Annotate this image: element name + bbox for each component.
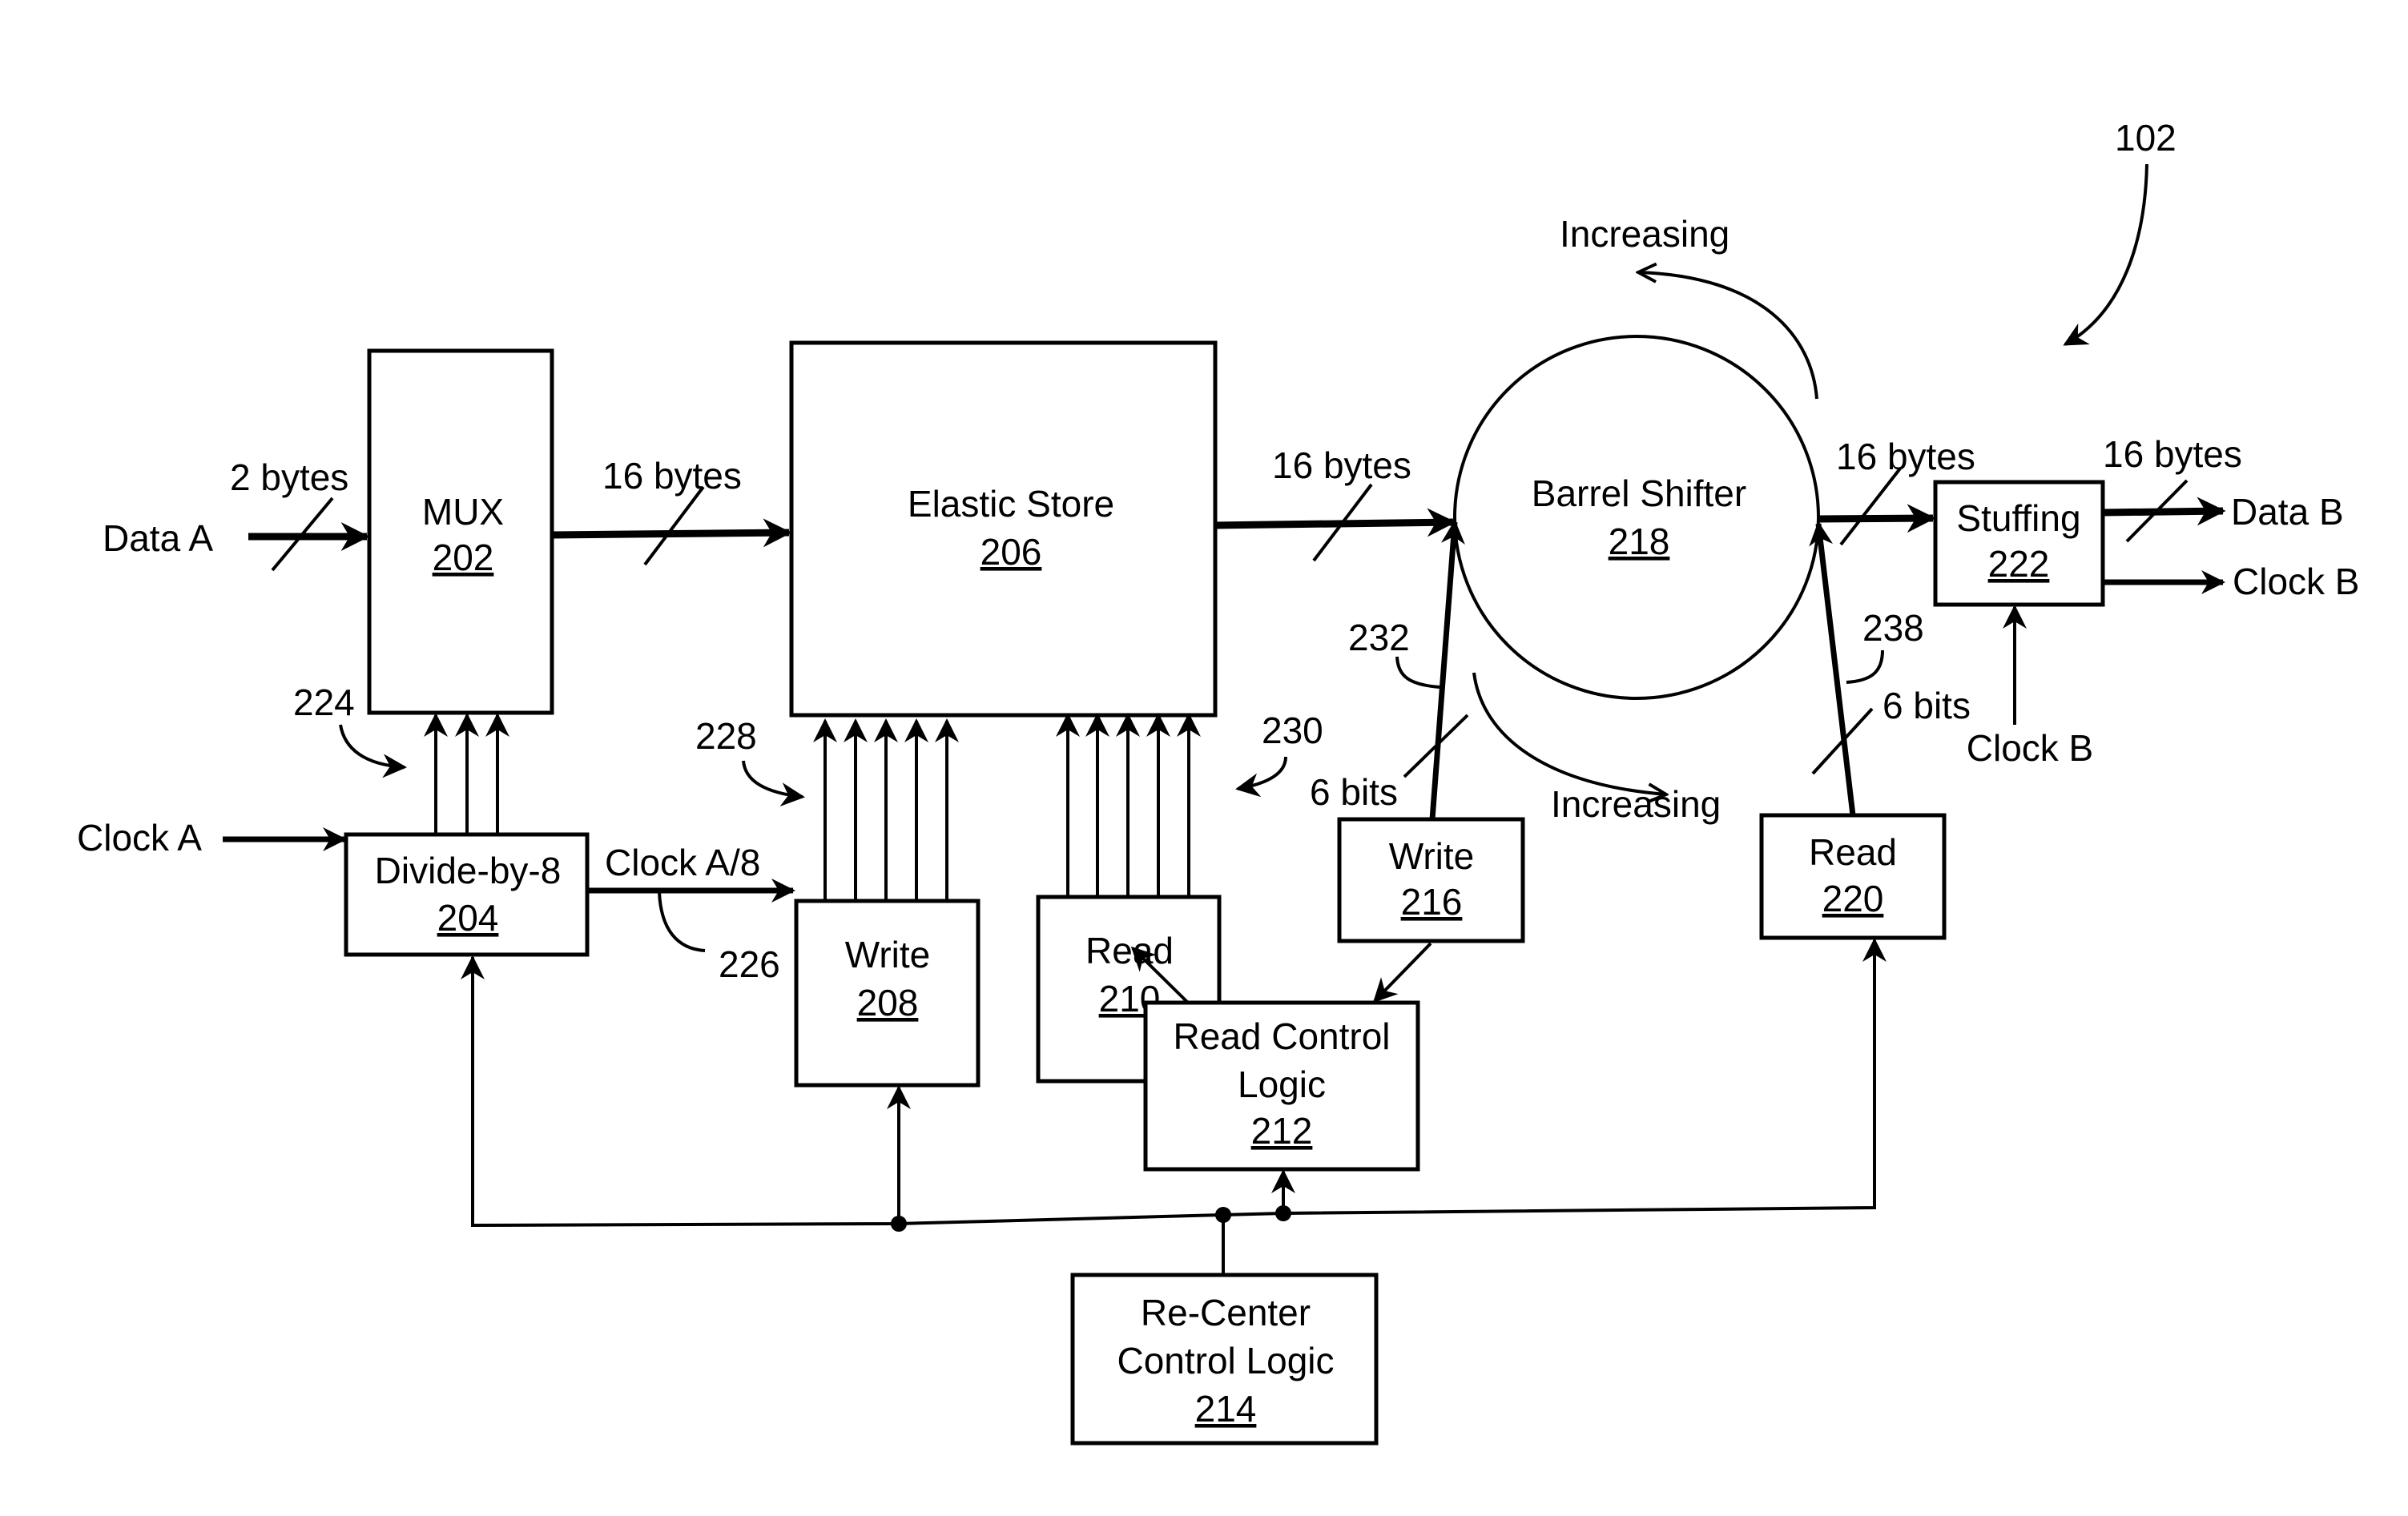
write-bs-width-label: 6 bits <box>1310 771 1398 813</box>
bus-width-slash <box>1839 467 1902 546</box>
clock-a8-label: Clock A/8 <box>605 842 760 883</box>
write-bs-label: Write <box>1389 835 1475 877</box>
ref-224-leader <box>339 724 407 778</box>
ref-228-leader <box>742 760 805 807</box>
stuffing-label: Stuffing <box>1956 497 2080 539</box>
elastic-store-box <box>789 340 1218 718</box>
data-a-label: Data A <box>103 517 213 559</box>
write-bs-ref: 216 <box>1401 881 1463 923</box>
stuffing-out-width-label: 16 bytes <box>2103 433 2242 475</box>
read-pointer-lines <box>1056 713 1201 897</box>
bs-to-stuffing-arrow <box>1818 504 1936 533</box>
write-bs-block: Write 216 <box>1337 817 1525 943</box>
recenter-label-line2: Control Logic <box>1117 1340 1334 1381</box>
increasing-label-top: Increasing <box>1560 213 1729 255</box>
junction-dot <box>891 1216 907 1232</box>
barrel-shifter-ref: 218 <box>1609 521 1670 562</box>
write-es-label: Write <box>845 934 931 975</box>
read-control-block: Read Control Logic 212 <box>1143 1000 1420 1172</box>
write-bs-to-rcl-arrow <box>1372 942 1432 1003</box>
ref-226: 226 <box>719 943 780 985</box>
read-bs-pointer-arrow <box>1809 521 1856 816</box>
read-es-label: Read <box>1085 930 1174 971</box>
mux-to-es-width-label: 16 bytes <box>602 455 742 497</box>
ref-230-leader <box>1235 756 1287 798</box>
barrel-shifter-label: Barrel Shifter <box>1532 472 1746 514</box>
figure-ref-arrow <box>2063 163 2148 346</box>
clock-a-label: Clock A <box>77 817 202 859</box>
divider-to-mux-lines <box>424 713 509 834</box>
mux-ref: 202 <box>433 537 494 578</box>
bus-width-slash <box>643 485 705 566</box>
write-bs-pointer-arrow <box>1429 520 1465 820</box>
data-b-arrow <box>2102 497 2226 526</box>
ref-230: 230 <box>1262 710 1323 751</box>
ref-238: 238 <box>1862 607 1924 649</box>
recenter-ref: 214 <box>1195 1388 1257 1430</box>
es-to-bs-width-label: 16 bytes <box>1272 444 1411 486</box>
figure-ref-label: 102 <box>2115 117 2176 159</box>
read-control-label-line1: Read Control <box>1173 1015 1390 1057</box>
junction-dot <box>1215 1207 1231 1223</box>
read-control-label-line2: Logic <box>1238 1064 1326 1105</box>
barrel-shifter-block: Barrel Shifter 218 <box>1453 335 1820 700</box>
mux-block: MUX 202 <box>367 348 554 715</box>
read-bs-block: Read 220 <box>1759 813 1947 940</box>
elastic-store-ref: 206 <box>981 531 1042 573</box>
data-a-width-label: 2 bytes <box>230 456 348 498</box>
data-b-label: Data B <box>2231 491 2344 533</box>
mux-label: MUX <box>422 491 504 533</box>
write-es-block: Write 208 <box>794 899 981 1088</box>
barrel-shifter-circle <box>1453 335 1820 700</box>
ref-226-leader <box>658 891 706 952</box>
read-bs-width-label: 6 bits <box>1883 685 1971 726</box>
write-es-ref: 208 <box>857 982 919 1023</box>
ref-238-leader <box>1846 649 1884 684</box>
elastic-store-block: Elastic Store 206 <box>789 340 1218 718</box>
read-bs-ref: 220 <box>1822 878 1884 919</box>
junction-dot <box>1275 1205 1291 1221</box>
elastic-store-label: Elastic Store <box>908 483 1114 525</box>
ref-232-leader <box>1395 656 1440 689</box>
block-diagram: MUX 202 Data A 2 bytes 16 bytes Elastic … <box>77 117 2359 1446</box>
clock-b-out-label: Clock B <box>2233 561 2359 602</box>
recenter-label-line1: Re-Center <box>1141 1292 1311 1333</box>
divider-block: Divide-by-8 204 <box>344 832 590 957</box>
write-pointer-lines <box>813 718 959 901</box>
stuffing-ref: 222 <box>1988 543 2050 585</box>
bs-to-stuffing-width-label: 16 bytes <box>1836 436 1975 477</box>
read-control-ref: 212 <box>1251 1110 1313 1152</box>
es-to-bs-arrow <box>1214 508 1456 537</box>
increasing-label-bottom: Increasing <box>1551 783 1721 825</box>
clock-b-in-label: Clock B <box>1967 727 2093 769</box>
ref-228: 228 <box>695 715 757 757</box>
divider-label: Divide-by-8 <box>375 850 562 891</box>
ref-224: 224 <box>293 682 355 723</box>
read-bs-label: Read <box>1809 831 1897 873</box>
stuffing-block: Stuffing 222 <box>1933 480 2105 607</box>
recenter-block: Re-Center Control Logic 214 <box>1070 1273 1379 1446</box>
ref-232: 232 <box>1348 617 1410 658</box>
divider-ref: 204 <box>437 897 499 939</box>
